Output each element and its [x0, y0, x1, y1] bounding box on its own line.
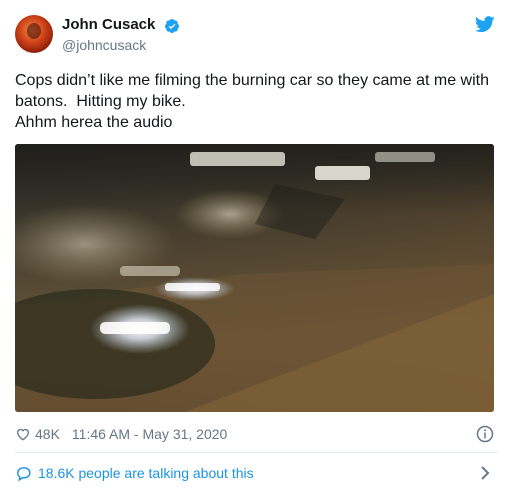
info-icon[interactable] [476, 425, 494, 443]
author-name[interactable]: John Cusack [62, 16, 155, 34]
video-media[interactable] [15, 144, 494, 412]
speech-bubble-icon [17, 466, 31, 481]
conversation-link[interactable]: 18.6K people are talking about this [15, 463, 254, 483]
chevron-right-icon[interactable] [478, 465, 492, 481]
tweet-text: Cops didn’t like me filming the burning … [15, 70, 500, 133]
tweet-meta: 48K 11:46 AM - May 31, 2020 [15, 425, 227, 443]
like-count[interactable]: 48K [35, 426, 60, 442]
divider [15, 452, 498, 453]
tweet-text-line: batons. Hitting my bike. [15, 93, 186, 110]
tweet-timestamp[interactable]: 11:46 AM - May 31, 2020 [72, 426, 227, 442]
verified-badge-icon [164, 19, 179, 33]
heart-icon[interactable] [15, 426, 31, 442]
tweet-text-line: Ahhm herea the audio [15, 114, 173, 131]
avatar[interactable] [15, 15, 53, 53]
tweet-text-line: Cops didn’t like me filming the burning … [15, 72, 489, 89]
twitter-bird-icon[interactable] [475, 16, 495, 33]
video-frame [15, 144, 494, 412]
author-handle[interactable]: @johncusack [62, 37, 146, 54]
embedded-tweet: John Cusack @johncusack Cops didn’t like… [0, 0, 513, 489]
conversation-text[interactable]: 18.6K people are talking about this [38, 465, 254, 481]
